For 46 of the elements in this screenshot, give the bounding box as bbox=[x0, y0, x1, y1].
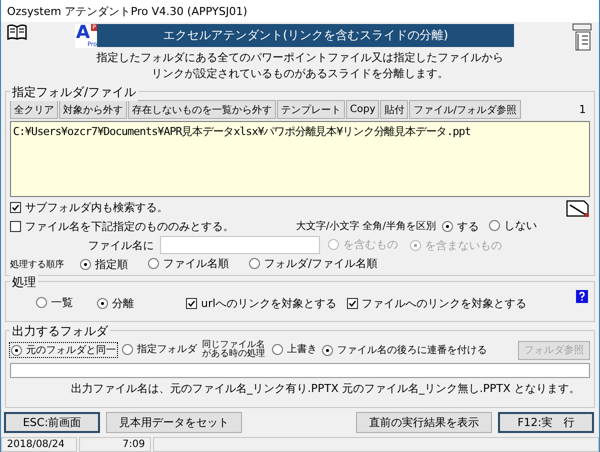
radio-option[interactable]: する bbox=[442, 219, 479, 234]
clipboard-icon[interactable] bbox=[571, 22, 593, 52]
output-note: 出力ファイル名は、元のファイル名_リンク有り.PPTX 元のファイル名_リンク無し.PPTX となります。 bbox=[70, 381, 581, 397]
file-list[interactable]: C:¥Users¥ozcr7¥Documents¥APR見本データxlsx¥パワポ分離見本¥リンク分離見本データ.ppt bbox=[10, 121, 590, 197]
checkbox[interactable]: ファイル名を下記指定のもののみとする。 bbox=[10, 218, 234, 234]
toolbar-button[interactable]: ファイル/フォルダ参照 bbox=[409, 100, 521, 119]
checkbox[interactable]: ファイルへのリンクを対象とする bbox=[346, 296, 527, 310]
file-count: 1 bbox=[579, 103, 586, 116]
footer-button[interactable]: 見本用データをセット bbox=[106, 412, 242, 432]
toolbar-button[interactable]: Copy bbox=[346, 100, 380, 119]
toolbar-button[interactable]: テンプレート bbox=[277, 100, 345, 119]
book-icon[interactable] bbox=[7, 24, 27, 40]
toolbar-button[interactable]: 対象から外す bbox=[59, 100, 127, 119]
radio-option[interactable]: ファイル名の後ろに連番を付ける bbox=[322, 343, 487, 357]
order-label: 処理する順序 bbox=[10, 258, 64, 270]
footer-button[interactable]: ESC:前画面 bbox=[4, 412, 100, 432]
radio-option[interactable]: 指定順 bbox=[80, 257, 128, 272]
window-title: Ozsystem アテンダントPro V4.30 (APPYSJ01) bbox=[1, 0, 599, 22]
radio-option[interactable]: フォルダ/ファイル名順 bbox=[249, 256, 378, 271]
radio-option[interactable]: 上書き bbox=[272, 342, 317, 356]
case-sensitivity-label: 大文字/小文字 全角/半角を区別 bbox=[296, 220, 436, 233]
toolbar-button[interactable]: 存在しないものを一覧から外す bbox=[128, 100, 276, 119]
description-text: 指定したフォルダにある全てのパワーポイントファイル又は指定したファイルから リンクが設定されているものがあるスライドを分離します。 bbox=[96, 50, 504, 82]
filename-filter-label: ファイル名に bbox=[88, 238, 154, 252]
banner-title: エクセルアテンダント(リンクを含むスライドの分離) bbox=[97, 24, 514, 47]
radio-option[interactable]: 分離 bbox=[97, 296, 134, 311]
group-legend: 出力するフォルダ bbox=[10, 323, 110, 340]
checkbox[interactable]: urlへのリンクを対象とする bbox=[186, 296, 337, 310]
radio-option[interactable]: 元のフォルダと同一 bbox=[10, 343, 117, 357]
duplicate-name-label: 同じファイル名 がある時の処理 bbox=[202, 341, 265, 359]
toolbar-button[interactable]: 貼付 bbox=[380, 100, 408, 119]
file-path[interactable]: C:¥Users¥ozcr7¥Documents¥APR見本データxlsx¥パワポ分離見本¥リンク分離見本データ.ppt bbox=[13, 124, 587, 139]
output-folder-input[interactable] bbox=[10, 363, 590, 378]
note-pen-icon[interactable] bbox=[566, 198, 590, 218]
footer-button[interactable]: F12:実 行 bbox=[498, 412, 594, 432]
footer-button[interactable]: 直前の実行結果を表示 bbox=[356, 412, 492, 432]
radio-option[interactable]: ファイル名順 bbox=[148, 256, 229, 271]
checkbox[interactable]: サブフォルダ内も検索する。 bbox=[10, 200, 168, 215]
radio-option[interactable]: しない bbox=[488, 218, 537, 233]
status-cell: 7:09 bbox=[79, 437, 151, 452]
group-legend: 指定フォルダ/ファイル bbox=[10, 84, 138, 101]
radio-option[interactable]: 指定フォルダ bbox=[122, 342, 197, 356]
radio-option[interactable]: 一覧 bbox=[36, 295, 73, 310]
status-cell: 2018/08/24 bbox=[1, 437, 77, 452]
toolbar-button[interactable]: 全クリア bbox=[10, 100, 58, 119]
help-icon[interactable] bbox=[576, 290, 588, 303]
